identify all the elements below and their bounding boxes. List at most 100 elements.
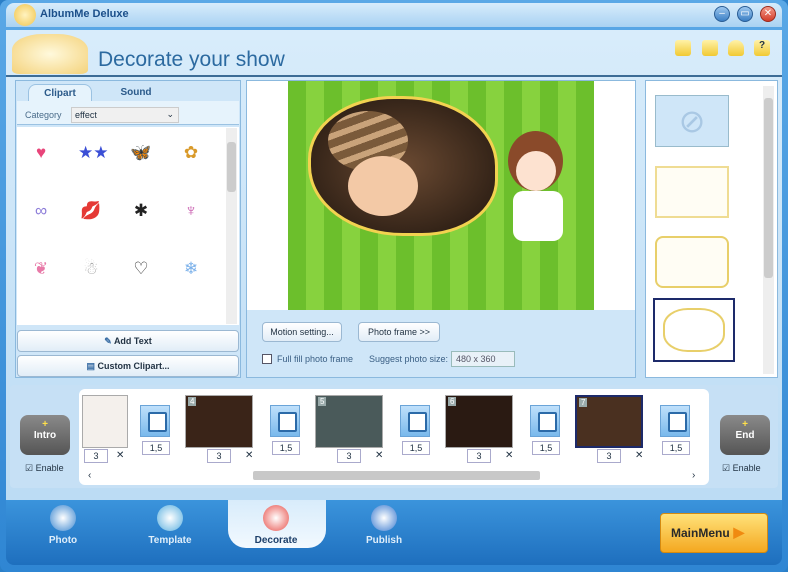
scroll-left-arrow[interactable]: ‹ <box>88 470 91 481</box>
cartoon-girl-face <box>516 151 556 191</box>
nav-template[interactable]: Template <box>140 505 200 546</box>
help-icon[interactable]: ? <box>754 40 770 56</box>
delete-slide-icon[interactable]: ✕ <box>505 450 513 461</box>
clipart-item[interactable]: ✿ <box>178 143 204 163</box>
template-icon <box>157 505 183 531</box>
transition-button[interactable] <box>140 405 170 437</box>
slide-number: 4 <box>188 397 197 406</box>
delete-slide-icon[interactable]: ✕ <box>375 450 383 461</box>
slide-thumbnail[interactable]: 7 <box>575 395 643 448</box>
transition-duration[interactable]: 1,5 <box>532 441 560 455</box>
user-icon[interactable] <box>728 40 744 56</box>
motion-setting-button[interactable]: Motion setting... <box>262 322 342 342</box>
baby-face <box>348 156 418 216</box>
note-icon[interactable] <box>702 40 718 56</box>
end-enable[interactable]: ☑ Enable <box>722 463 761 474</box>
category-value: effect <box>75 110 97 120</box>
divider <box>6 75 782 77</box>
slide-thumbnail[interactable]: 4 <box>185 395 253 448</box>
frame-option[interactable] <box>655 166 729 218</box>
frames-scrollbar[interactable] <box>763 86 774 374</box>
play-arrow-icon: ▶ <box>729 524 745 540</box>
transition-duration[interactable]: 1,5 <box>402 441 430 455</box>
slide-number: 5 <box>318 397 327 406</box>
slide-thumbnail[interactable]: 6 <box>445 395 513 448</box>
intro-enable[interactable]: ☑ Enable <box>25 463 64 474</box>
end-button[interactable]: + End <box>720 415 770 455</box>
transition-duration[interactable]: 1,5 <box>142 441 170 455</box>
timeline-scrollbar-thumb[interactable] <box>253 471 540 480</box>
slide-duration-input[interactable]: 3 <box>84 449 108 463</box>
slide-thumbnail[interactable] <box>82 395 128 448</box>
nav-label: Decorate <box>254 535 298 546</box>
transition-button[interactable] <box>400 405 430 437</box>
intro-enable-label: Enable <box>35 463 64 473</box>
slide-duration-input[interactable]: 3 <box>467 449 491 463</box>
nav-decorate[interactable]: Decorate <box>246 505 306 546</box>
delete-slide-icon[interactable]: ✕ <box>245 450 253 461</box>
page-title: Decorate your show <box>98 48 285 71</box>
clipart-item[interactable]: 💋 <box>78 201 104 221</box>
scroll-right-arrow[interactable]: › <box>692 470 695 481</box>
transition-button[interactable] <box>660 405 690 437</box>
minimize-button[interactable]: – <box>714 6 730 22</box>
preview-image[interactable] <box>288 81 594 310</box>
transition-duration[interactable]: 1,5 <box>662 441 690 455</box>
category-select[interactable]: effect ⌄ <box>71 107 179 123</box>
suggest-size-field: 480 x 360 <box>451 351 515 367</box>
nav-publish[interactable]: Publish <box>354 505 414 546</box>
publish-icon <box>371 505 397 531</box>
clipart-item[interactable]: ☃ <box>78 259 104 279</box>
clipart-item[interactable]: ❄ <box>178 259 204 279</box>
frame-option[interactable] <box>655 236 729 288</box>
transition-button[interactable] <box>270 405 300 437</box>
end-label: End <box>735 430 755 441</box>
main-menu-label: MainMenu <box>671 526 730 540</box>
slide-duration-input[interactable]: 3 <box>207 449 231 463</box>
full-fill-label: Full fill photo frame <box>277 354 354 364</box>
plus-icon: + <box>42 419 48 430</box>
custom-clipart-button[interactable]: ▤ Custom Clipart... <box>17 355 239 377</box>
folder-icon[interactable] <box>675 40 691 56</box>
clipart-item[interactable]: 🦋 <box>128 143 154 163</box>
transition-button[interactable] <box>530 405 560 437</box>
tab-sound[interactable]: Sound <box>104 84 168 101</box>
clipart-item[interactable]: ∞ <box>28 201 54 221</box>
decorate-icon <box>263 505 289 531</box>
close-button[interactable]: ✕ <box>760 6 776 22</box>
chevron-down-icon: ⌄ <box>166 109 174 119</box>
delete-slide-icon[interactable]: ✕ <box>635 450 643 461</box>
slide-number: 6 <box>448 397 457 406</box>
category-label: Category <box>25 110 62 120</box>
end-enable-label: Enable <box>732 463 761 473</box>
restore-button[interactable]: ▭ <box>737 6 753 22</box>
nav-photo[interactable]: Photo <box>33 505 93 546</box>
full-fill-checkbox[interactable] <box>262 354 272 364</box>
transition-duration[interactable]: 1,5 <box>272 441 300 455</box>
nav-label: Template <box>148 535 192 546</box>
slide-thumbnail[interactable]: 5 <box>315 395 383 448</box>
frame-option-selected[interactable] <box>653 298 735 362</box>
clipart-scrollbar[interactable] <box>226 128 237 324</box>
clipart-item[interactable]: ✱ <box>128 201 154 221</box>
add-text-button[interactable]: ✎ Add Text <box>17 330 239 352</box>
no-frame-option[interactable]: ⊘ <box>655 95 729 147</box>
custom-clipart-label: Custom Clipart... <box>97 361 170 371</box>
slide-duration-input[interactable]: 3 <box>597 449 621 463</box>
clipart-item[interactable]: ♥ <box>28 143 54 163</box>
nav-label: Publish <box>365 535 403 546</box>
tab-clipart[interactable]: Clipart <box>28 84 92 101</box>
clipart-item[interactable]: ♡ <box>128 259 154 279</box>
suggest-size-label: Suggest photo size: <box>369 354 449 364</box>
clipart-item[interactable]: ♆ <box>178 201 204 221</box>
delete-slide-icon[interactable]: ✕ <box>116 450 124 461</box>
intro-button[interactable]: + Intro <box>20 415 70 455</box>
clipart-item[interactable]: ❦ <box>28 259 54 279</box>
slide-duration-input[interactable]: 3 <box>337 449 361 463</box>
photo-frame-button[interactable]: Photo frame >> <box>358 322 440 342</box>
main-menu-button[interactable]: MainMenu ▶ <box>660 513 768 553</box>
window-title: AlbumMe Deluxe <box>40 8 129 20</box>
clipart-item[interactable]: ★★ <box>78 143 108 163</box>
cartoon-girl-body <box>513 191 563 241</box>
photo-icon <box>50 505 76 531</box>
